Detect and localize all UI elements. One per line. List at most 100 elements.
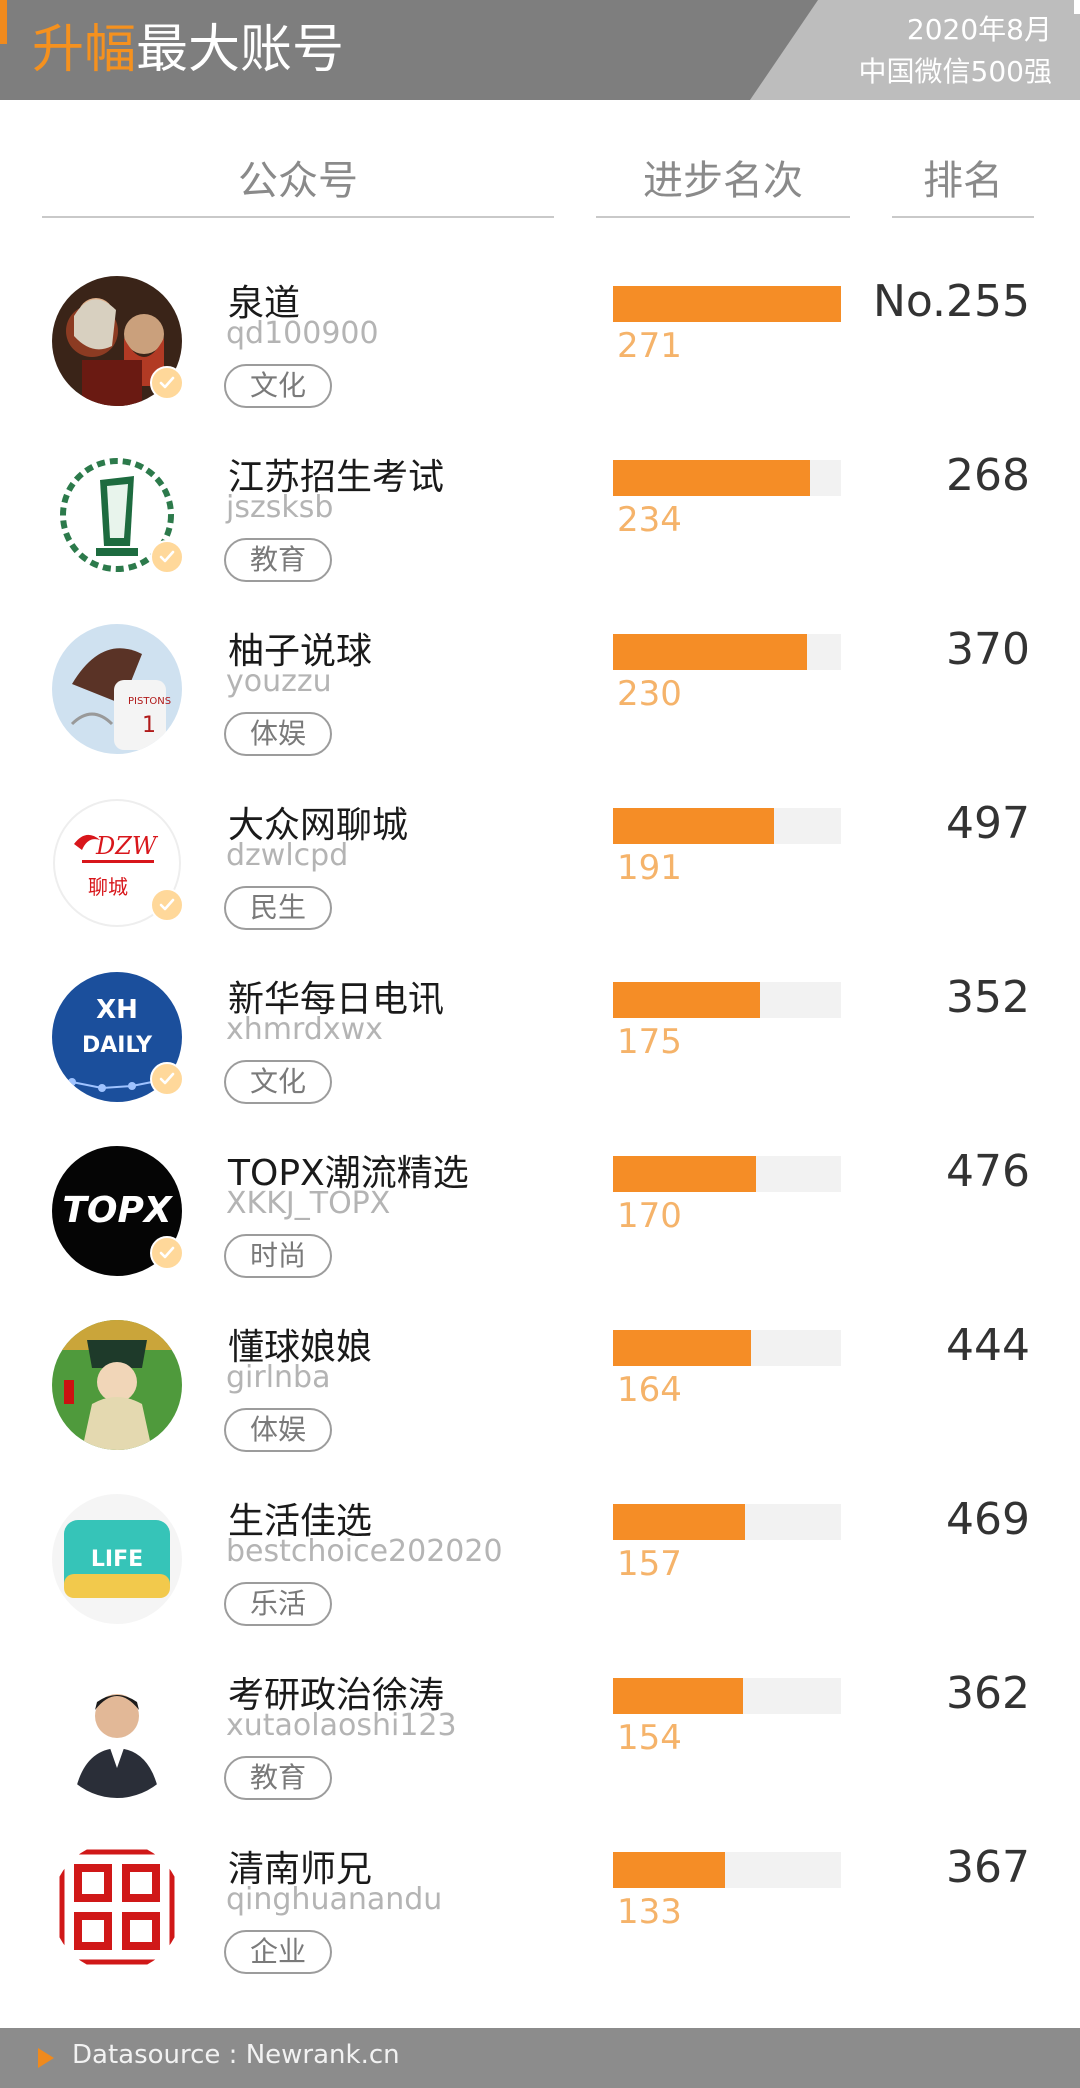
verified-check-icon	[150, 366, 184, 400]
account-handle: youzzu	[226, 664, 332, 699]
progress-bar-fill	[613, 808, 774, 844]
footer: Datasource : Newrank.cn	[0, 2028, 1080, 2088]
category-tag[interactable]: 民生	[224, 886, 332, 930]
verified-check-icon	[150, 1062, 184, 1096]
progress-value: 157	[617, 1544, 682, 1584]
progress-value: 170	[617, 1196, 682, 1236]
account-avatar[interactable]: LIFE	[52, 1494, 182, 1624]
progress-value: 230	[617, 674, 682, 714]
account-row[interactable]: 江苏招生考试 jszsksb 教育 234 268	[0, 450, 1080, 624]
column-underline-rank	[892, 216, 1034, 218]
progress-bar-track	[613, 634, 841, 670]
report-date: 2020年8月	[906, 13, 1052, 46]
svg-text:DAILY: DAILY	[82, 1033, 153, 1058]
account-row[interactable]: 懂球娘娘 girlnba 体娱 164 444	[0, 1320, 1080, 1494]
progress-bar-fill	[613, 1504, 745, 1540]
account-handle: bestchoice202020	[226, 1534, 503, 1569]
rank-value: 370	[946, 624, 1030, 675]
verified-check-icon	[150, 540, 184, 574]
data-source: Datasource : Newrank.cn	[72, 2040, 400, 2070]
account-row[interactable]: 清南师兄 qinghuanandu 企业 133 367	[0, 1842, 1080, 2016]
column-header-account: 公众号	[238, 158, 358, 204]
progress-bar-fill	[613, 1156, 756, 1192]
category-tag[interactable]: 时尚	[224, 1234, 332, 1278]
progress-value: 175	[617, 1022, 682, 1062]
progress-bar-fill	[613, 1330, 751, 1366]
svg-text:DZW: DZW	[95, 832, 159, 860]
rank-value: 362	[946, 1668, 1030, 1719]
account-handle: qd100900	[226, 316, 379, 351]
account-row[interactable]: TOPX TOPX潮流精选 XKKJ_TOPX 时尚 170 476	[0, 1146, 1080, 1320]
account-handle: dzwlcpd	[226, 838, 349, 873]
footer-arrow-icon	[38, 2048, 54, 2068]
progress-value: 164	[617, 1370, 682, 1410]
category-tag[interactable]: 体娱	[224, 1408, 332, 1452]
account-handle: jszsksb	[226, 490, 334, 525]
progress-bar-track	[613, 1504, 841, 1540]
account-avatar[interactable]	[52, 1320, 182, 1450]
progress-bar-track	[613, 808, 841, 844]
progress-bar-fill	[613, 1852, 725, 1888]
account-handle: xutaolaoshi123	[226, 1708, 457, 1743]
rank-value: 268	[946, 450, 1030, 501]
account-row[interactable]: 考研政治徐涛 xutaolaoshi123 教育 154 362	[0, 1668, 1080, 1842]
account-avatar[interactable]	[52, 1668, 182, 1798]
account-handle: XKKJ_TOPX	[226, 1186, 391, 1221]
progress-value: 234	[617, 500, 682, 540]
progress-bar-track	[613, 1330, 841, 1366]
progress-bar-track	[613, 1852, 841, 1888]
svg-text:PISTONS: PISTONS	[128, 696, 171, 707]
column-underline-progress	[596, 216, 850, 218]
progress-bar-fill	[613, 286, 841, 322]
category-tag[interactable]: 文化	[224, 1060, 332, 1104]
rank-value: No.255	[872, 276, 1030, 327]
progress-bar-fill	[613, 982, 760, 1018]
rank-value: 476	[946, 1146, 1030, 1197]
rank-value: 497	[946, 798, 1030, 849]
progress-value: 154	[617, 1718, 682, 1758]
svg-text:XH: XH	[96, 995, 138, 1025]
account-row[interactable]: 泉道 qd100900 文化 271 No.255	[0, 276, 1080, 450]
category-tag[interactable]: 教育	[224, 1756, 332, 1800]
progress-value: 191	[617, 848, 682, 888]
header-accent	[0, 0, 7, 44]
account-row[interactable]: PISTONS 1 柚子说球 youzzu 体娱 230 370	[0, 624, 1080, 798]
category-tag[interactable]: 企业	[224, 1930, 332, 1974]
svg-text:TOPX: TOPX	[62, 1190, 174, 1231]
progress-bar-track	[613, 460, 841, 496]
svg-text:1: 1	[142, 713, 156, 738]
progress-bar-track	[613, 286, 841, 322]
progress-bar-fill	[613, 1678, 743, 1714]
account-avatar[interactable]: PISTONS 1	[52, 624, 182, 754]
category-tag[interactable]: 体娱	[224, 712, 332, 756]
svg-text:聊城: 聊城	[88, 875, 128, 899]
rank-value: 367	[946, 1842, 1030, 1893]
column-header-progress: 进步名次	[643, 158, 803, 204]
header-banner: 升幅最大账号 2020年8月 中国微信500强	[0, 0, 1080, 100]
account-row[interactable]: DZW 聊城 大众网聊城 dzwlcpd 民生 191 497	[0, 798, 1080, 972]
category-tag[interactable]: 乐活	[224, 1582, 332, 1626]
corner-mark	[1074, 0, 1080, 14]
verified-check-icon	[150, 888, 184, 922]
title-rest: 最大账号	[136, 20, 345, 80]
rank-value: 469	[946, 1494, 1030, 1545]
progress-bar-track	[613, 982, 841, 1018]
progress-value: 133	[617, 1892, 682, 1932]
column-underline-account	[42, 216, 554, 218]
category-tag[interactable]: 教育	[224, 538, 332, 582]
page-title: 升幅最大账号	[32, 14, 344, 86]
account-avatar[interactable]	[52, 1842, 182, 1972]
account-handle: girlnba	[226, 1360, 331, 1395]
account-handle: xhmrdxwx	[226, 1012, 383, 1047]
category-tag[interactable]: 文化	[224, 364, 332, 408]
progress-bar-fill	[613, 460, 810, 496]
rank-value: 444	[946, 1320, 1030, 1371]
progress-bar-fill	[613, 634, 807, 670]
account-row[interactable]: LIFE 生活佳选 bestchoice202020 乐活 157 469	[0, 1494, 1080, 1668]
report-subtitle: 中国微信500强	[858, 55, 1052, 88]
progress-value: 271	[617, 326, 682, 366]
progress-bar-track	[613, 1678, 841, 1714]
column-header-rank: 排名	[923, 158, 1003, 204]
account-row[interactable]: XH DAILY 新华每日电讯 xhmrdxwx 文化 175 352	[0, 972, 1080, 1146]
account-handle: qinghuanandu	[226, 1882, 443, 1917]
